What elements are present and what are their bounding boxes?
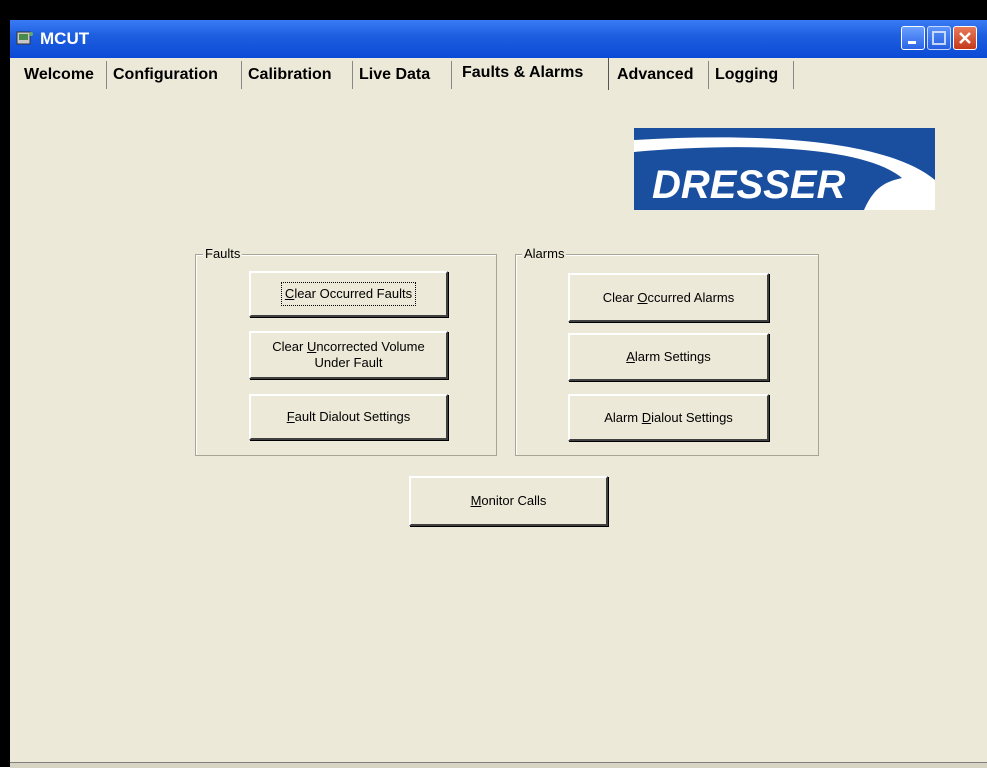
fault-dialout-settings-button[interactable]: Fault Dialout Settings (249, 394, 448, 440)
tab-logging[interactable]: Logging (709, 61, 794, 89)
clear-occurred-alarms-button[interactable]: Clear Occurred Alarms (568, 273, 769, 322)
logo-text: DRESSER (652, 163, 845, 207)
minimize-button[interactable] (901, 26, 925, 50)
clear-uncorrected-volume-button[interactable]: Clear Uncorrected Volume Under Fault (249, 331, 448, 379)
tab-label: Calibration (248, 66, 332, 83)
tab-label: Configuration (113, 66, 218, 83)
window-title: MCUT (40, 29, 90, 48)
clear-occurred-faults-button[interactable]: Clear Occurred Faults (249, 271, 448, 317)
tab-label: Logging (715, 66, 779, 83)
alarm-dialout-settings-button[interactable]: Alarm Dialout Settings (568, 394, 769, 441)
dresser-logo: DRESSER (634, 128, 935, 210)
tab-strip: Welcome Configuration Calibration Live D… (10, 58, 810, 90)
alarm-settings-button[interactable]: Alarm Settings (568, 333, 769, 381)
window-bottom-edge (10, 762, 987, 768)
tab-label: Welcome (24, 66, 94, 83)
monitor-calls-button[interactable]: Monitor Calls (409, 476, 608, 526)
tab-advanced[interactable]: Advanced (611, 61, 709, 89)
tab-label: Live Data (359, 66, 431, 83)
tab-label: Advanced (617, 66, 694, 83)
alarms-group-label: Alarms (522, 246, 567, 261)
tab-configuration[interactable]: Configuration (107, 61, 242, 89)
maximize-button[interactable] (927, 26, 951, 50)
tab-live-data[interactable]: Live Data (353, 61, 452, 89)
close-button[interactable] (953, 26, 977, 50)
application-window: MCUT Welcome Configuration Calibration L… (0, 0, 987, 768)
tab-label: Faults & Alarms (462, 64, 584, 81)
app-icon (16, 29, 34, 47)
title-bar[interactable]: MCUT (10, 20, 987, 58)
tab-welcome[interactable]: Welcome (18, 61, 107, 89)
tab-faults-alarms[interactable]: Faults & Alarms (456, 58, 609, 90)
faults-group-label: Faults (203, 246, 243, 261)
tab-calibration[interactable]: Calibration (242, 61, 353, 89)
